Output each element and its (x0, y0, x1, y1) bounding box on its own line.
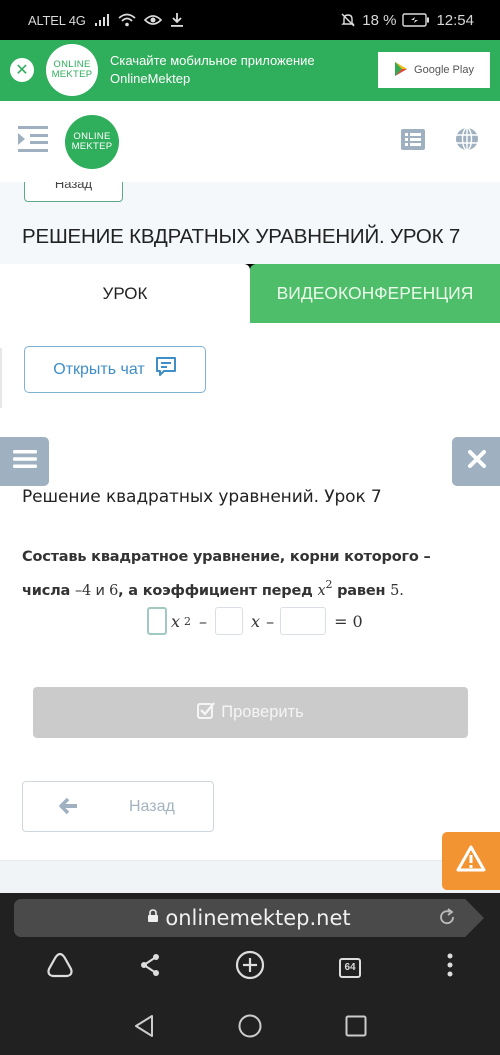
tab-videoconference[interactable]: ВИДЕОКОНФЕРЕНЦИЯ (250, 264, 500, 323)
list-icon (401, 128, 425, 155)
share-icon (139, 953, 161, 982)
mute-bell-icon (340, 12, 356, 28)
banner-text: Скачайте мобильное приложение OnlineMekt… (110, 52, 378, 88)
google-play-icon (394, 61, 408, 80)
eye-icon (143, 13, 162, 27)
coefficient-a-input[interactable] (147, 607, 167, 635)
coefficient-c-input[interactable] (280, 607, 327, 635)
task-menu-button[interactable] (0, 437, 49, 486)
task-title: Решение квадратных уравнений. Урок 7 (22, 487, 382, 507)
back-button[interactable]: Назад (22, 781, 214, 832)
chat-icon (155, 356, 177, 383)
page-footer (0, 860, 500, 893)
new-tab-button[interactable] (230, 945, 270, 990)
banner-logo: ONLINE MEKTEP (46, 44, 98, 96)
root-value: 6 (109, 583, 119, 599)
app-download-banner: ✕ ONLINE MEKTEP Скачайте мобильное прило… (0, 40, 500, 100)
browser-nav-row: 64 (0, 945, 500, 990)
banner-text-line2: OnlineMektep (110, 71, 191, 86)
variable: x (251, 611, 261, 631)
system-recents-button[interactable] (338, 1010, 374, 1046)
address-bar[interactable]: onlinemektep.net (14, 899, 484, 937)
wifi-icon (118, 13, 136, 27)
warning-icon (456, 845, 486, 878)
task-text: , а коэффициент перед (118, 583, 318, 599)
recents-square-icon (345, 1015, 367, 1042)
tabs-button[interactable]: 64 (330, 945, 370, 990)
close-icon: ✕ (15, 62, 29, 79)
equals-zero: = 0 (334, 611, 363, 631)
logo-text-line2: MEKTEP (71, 140, 113, 152)
open-chat-label: Открыть чат (53, 360, 145, 378)
task-text: и (91, 583, 110, 599)
site-header: ONLINE MEKTEP (0, 100, 500, 182)
plus-circle-icon (235, 950, 265, 985)
minus-sign: – (266, 611, 275, 631)
tab-videoconference-label: ВИДЕОКОНФЕРЕНЦИЯ (276, 283, 474, 303)
divider (0, 348, 2, 408)
root-value: –4 (74, 583, 92, 599)
reload-icon[interactable] (438, 908, 456, 931)
back-button-label: Назад (129, 798, 175, 815)
share-button[interactable] (130, 945, 170, 990)
checkbox-icon (197, 701, 216, 724)
equation-row: x2 – x – = 0 (147, 606, 363, 636)
check-button[interactable]: Проверить (33, 687, 468, 738)
check-button-label: Проверить (221, 703, 304, 721)
minus-sign: – (199, 611, 208, 631)
browser-home-button[interactable] (40, 945, 80, 990)
arrow-left-icon (59, 797, 79, 820)
tab-lesson[interactable]: УРОК (0, 264, 250, 323)
globe-icon (455, 127, 479, 156)
task-text: равен (332, 583, 391, 599)
battery-charging-icon (402, 13, 430, 27)
carrier-label: ALTEL 4G (28, 12, 86, 28)
task-text: . (399, 583, 404, 599)
report-problem-button[interactable] (442, 832, 500, 890)
download-icon (170, 12, 184, 28)
coefficient-b-input[interactable] (215, 607, 244, 635)
system-back-button[interactable] (126, 1010, 162, 1046)
banner-close-button[interactable]: ✕ (10, 58, 34, 82)
exponent: 2 (184, 614, 192, 628)
back-triangle-icon (133, 1014, 155, 1043)
logo-text-line2: MEKTEP (51, 69, 93, 80)
more-vertical-icon (447, 953, 453, 982)
url-text: onlinemektep.net (165, 906, 351, 930)
google-play-label: Google Play (414, 64, 474, 76)
sidebar-toggle-button[interactable] (18, 125, 48, 158)
status-bar: ALTEL 4G 18 % 12:54 (0, 0, 500, 40)
clock: 12:54 (436, 11, 474, 29)
banner-text-line1: Скачайте мобильное приложение (110, 53, 315, 68)
home-circle-icon (238, 1014, 262, 1043)
lock-icon (147, 908, 159, 928)
tab-count-badge: 64 (339, 957, 361, 978)
lesson-tabs: УРОК ВИДЕОКОНФЕРЕНЦИЯ (0, 264, 500, 323)
task-text: Составь квадратное уравнение, корни кото… (22, 549, 431, 565)
task-text: числа (22, 583, 75, 599)
alice-triangle-icon (46, 952, 74, 983)
list-view-button[interactable] (400, 128, 426, 155)
task-statement: Составь квадратное уравнение, корни кото… (22, 544, 482, 605)
variable: x (171, 611, 181, 631)
open-chat-button[interactable]: Открыть чат (24, 346, 206, 393)
system-home-button[interactable] (232, 1010, 268, 1046)
site-logo[interactable]: ONLINE MEKTEP (65, 114, 119, 169)
browser-menu-button[interactable] (430, 945, 470, 990)
close-icon (467, 450, 486, 473)
indent-menu-icon (18, 125, 48, 158)
coefficient-value: 5 (390, 583, 400, 599)
logo-text-line1: ONLINE (73, 130, 111, 142)
signal-icon (94, 13, 110, 27)
tab-lesson-label: УРОК (102, 283, 148, 303)
system-nav-bar (0, 1000, 500, 1055)
lesson-title: РЕШЕНИЕ КВДРАТНЫХ УРАВНЕНИЙ. УРОК 7 (22, 225, 461, 248)
task-close-button[interactable] (452, 437, 500, 486)
hamburger-icon (12, 449, 37, 474)
google-play-button[interactable]: Google Play (378, 52, 490, 88)
language-button[interactable] (454, 127, 480, 156)
battery-percent: 18 % (362, 11, 397, 29)
